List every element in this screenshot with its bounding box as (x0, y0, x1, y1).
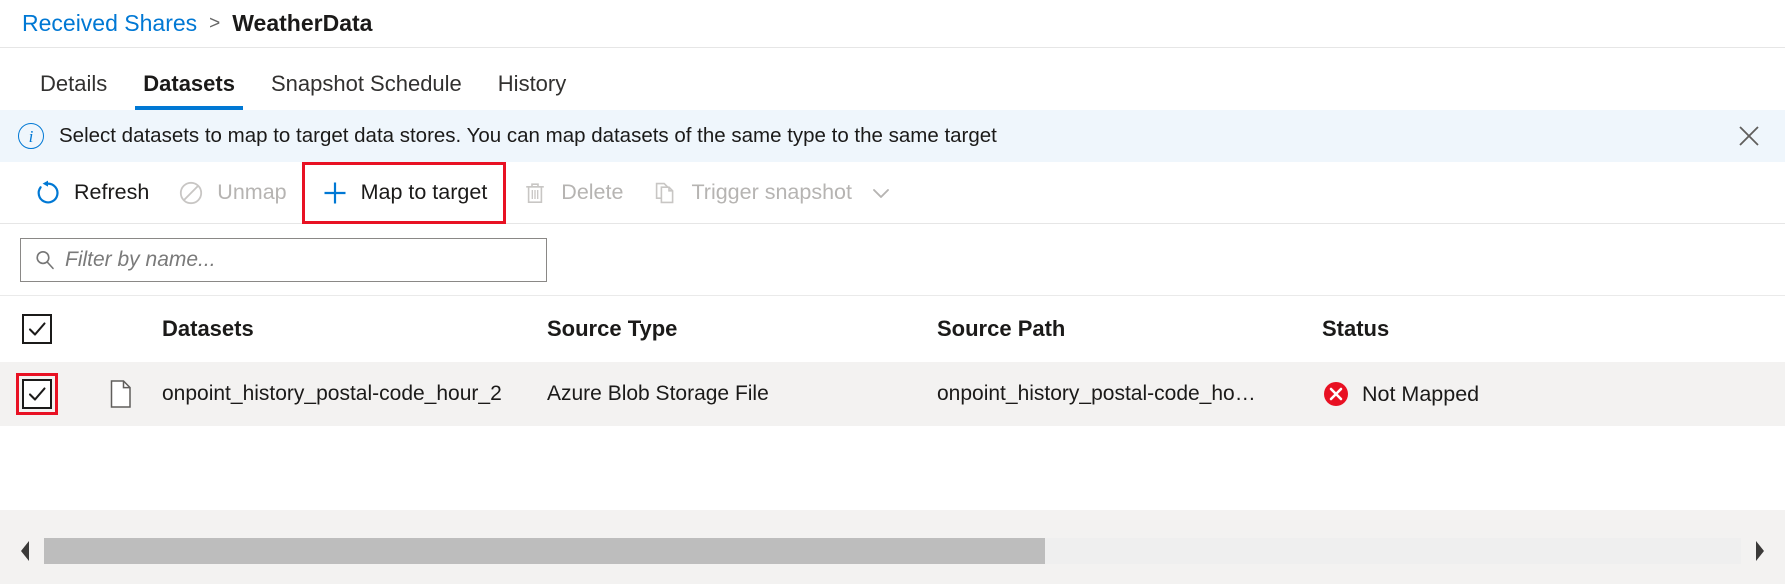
refresh-icon (34, 179, 62, 207)
tab-snapshot-schedule[interactable]: Snapshot Schedule (253, 71, 480, 110)
column-header-datasets[interactable]: Datasets (162, 316, 547, 342)
info-icon: i (18, 123, 44, 149)
close-icon[interactable] (1735, 122, 1763, 150)
cell-source-type: Azure Blob Storage File (547, 382, 937, 406)
cell-source-path: onpoint_history_postal-code_ho… (937, 382, 1322, 406)
select-all-cell (22, 314, 108, 344)
unmap-button[interactable]: Unmap (163, 170, 300, 216)
chevron-left-icon[interactable] (14, 538, 36, 564)
datasets-table: Datasets Source Type Source Path Status … (0, 296, 1785, 426)
refresh-button[interactable]: Refresh (20, 170, 163, 216)
search-icon (33, 248, 59, 272)
row-checkbox[interactable] (22, 379, 52, 409)
refresh-button-label: Refresh (74, 180, 149, 205)
error-icon (1322, 380, 1350, 408)
breadcrumb: Received Shares > WeatherData (0, 0, 1785, 48)
copy-icon (651, 179, 679, 207)
delete-button-label: Delete (561, 180, 623, 205)
tab-bar: Details Datasets Snapshot Schedule Histo… (0, 48, 1785, 110)
chevron-right-icon[interactable] (1749, 538, 1771, 564)
horizontal-scrollbar[interactable] (14, 538, 1771, 564)
search-input[interactable] (59, 247, 534, 273)
file-icon (108, 379, 162, 409)
delete-button[interactable]: Delete (507, 170, 637, 216)
breadcrumb-parent-link[interactable]: Received Shares (22, 10, 197, 37)
cell-dataset-name: onpoint_history_postal-code_hour_2 (162, 382, 547, 406)
column-header-source-path[interactable]: Source Path (937, 316, 1322, 342)
map-to-target-button[interactable]: Map to target (305, 165, 504, 221)
tab-history[interactable]: History (480, 71, 584, 110)
toolbar: Refresh Unmap Map to target (0, 162, 1785, 224)
tab-datasets[interactable]: Datasets (125, 71, 253, 110)
unmap-button-label: Unmap (217, 180, 286, 205)
tab-details[interactable]: Details (22, 71, 125, 110)
map-to-target-button-label: Map to target (361, 180, 488, 205)
plus-icon (321, 179, 349, 207)
select-all-checkbox[interactable] (22, 314, 52, 344)
scrollbar-track[interactable] (44, 538, 1741, 564)
column-header-status[interactable]: Status (1322, 316, 1785, 342)
horizontal-scroll-area (0, 510, 1785, 584)
filter-bar (0, 224, 1785, 296)
table-row[interactable]: onpoint_history_postal-code_hour_2 Azure… (0, 362, 1785, 426)
table-header-row: Datasets Source Type Source Path Status (0, 296, 1785, 362)
status-badge: Not Mapped (1362, 382, 1479, 407)
block-icon (177, 179, 205, 207)
search-box[interactable] (20, 238, 547, 282)
datasets-page: Received Shares > WeatherData Details Da… (0, 0, 1785, 584)
breadcrumb-separator: > (209, 13, 220, 35)
scrollbar-thumb[interactable] (44, 538, 1045, 564)
chevron-down-icon[interactable] (866, 180, 902, 206)
trigger-snapshot-button-label: Trigger snapshot (691, 180, 852, 205)
trigger-snapshot-button[interactable]: Trigger snapshot (637, 170, 866, 216)
info-banner-message: Select datasets to map to target data st… (59, 124, 997, 148)
info-banner: i Select datasets to map to target data … (0, 110, 1785, 162)
cell-status: Not Mapped (1322, 380, 1785, 408)
breadcrumb-current: WeatherData (232, 10, 372, 37)
column-header-source-type[interactable]: Source Type (547, 316, 937, 342)
trash-icon (521, 179, 549, 207)
row-select-cell (22, 379, 108, 409)
